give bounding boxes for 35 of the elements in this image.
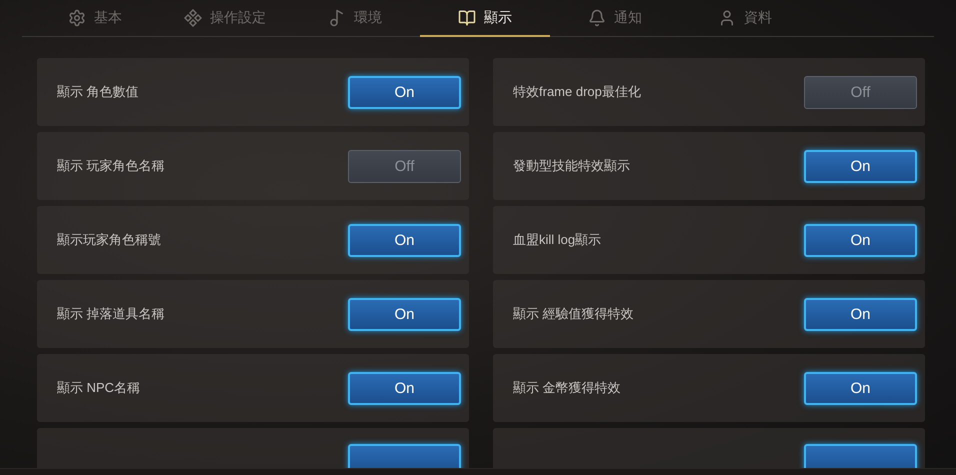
toggle-button[interactable]: On: [348, 372, 461, 404]
settings-icon: [68, 8, 86, 26]
setting-label: 顯示 掉落道具名稱: [57, 305, 165, 323]
setting-label: 顯示 經驗值獲得特效: [513, 305, 634, 323]
setting-label: 發動型技能特效顯示: [513, 157, 630, 175]
book-icon: [458, 8, 476, 26]
tab-label: 顯示: [484, 8, 512, 26]
bell-icon: [588, 8, 606, 26]
tab[interactable]: 資料: [680, 0, 810, 37]
tab-label: 通知: [614, 8, 642, 26]
setting-label: 顯示 角色數值: [57, 83, 139, 101]
toggle-button[interactable]: [804, 444, 917, 468]
toggle-button[interactable]: On: [804, 150, 917, 182]
setting-label: 顯示 NPC名稱: [57, 379, 140, 397]
tab-label: 操作設定: [210, 8, 266, 26]
music-note-icon: [328, 8, 346, 26]
toggle-button[interactable]: On: [804, 224, 917, 256]
diamonds-icon: [184, 8, 202, 26]
user-icon: [718, 8, 736, 26]
setting-label: 特效frame drop最佳化: [513, 83, 641, 101]
toggle-button[interactable]: On: [348, 224, 461, 256]
setting-label: 顯示 玩家角色名稱: [57, 157, 165, 175]
tab[interactable]: 通知: [550, 0, 680, 37]
setting-label: 顯示玩家角色稱號: [57, 231, 161, 249]
toggle-button[interactable]: On: [804, 298, 917, 330]
tab-label: 環境: [354, 8, 382, 26]
toggle-button[interactable]: On: [804, 372, 917, 404]
toggle-button[interactable]: [348, 444, 461, 468]
toggle-button[interactable]: On: [348, 298, 461, 330]
tab-label: 資料: [744, 8, 772, 26]
tab-label: 基本: [94, 8, 122, 26]
setting-label: 血盟kill log顯示: [513, 231, 602, 249]
toggle-button[interactable]: On: [348, 76, 461, 108]
tab[interactable]: 顯示: [420, 0, 550, 37]
setting-label: 顯示 金幣獲得特效: [513, 379, 621, 397]
